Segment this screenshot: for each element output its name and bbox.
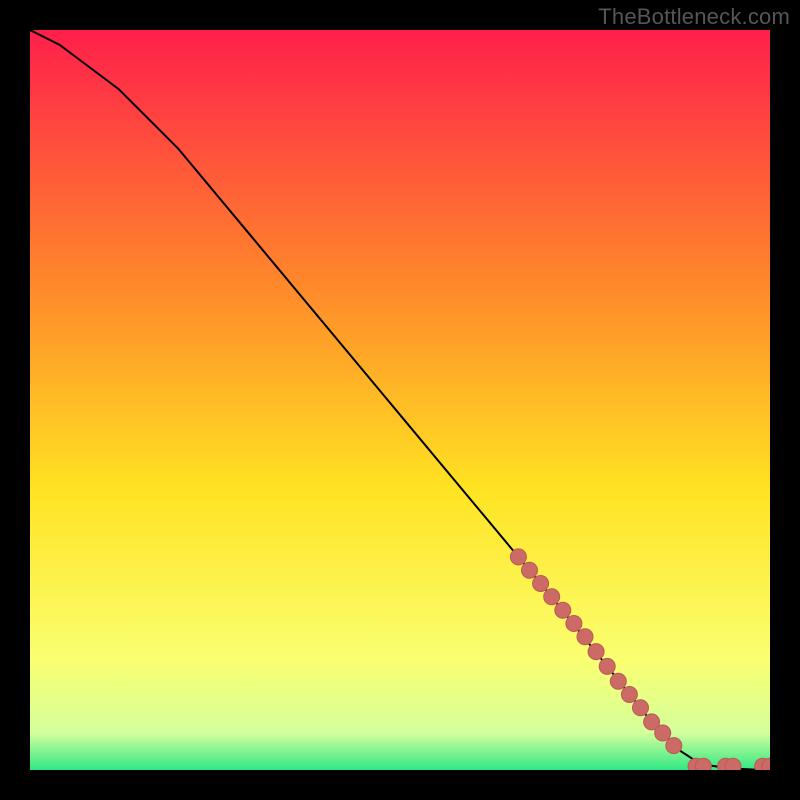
highlight-dot	[510, 549, 526, 565]
highlight-dot	[655, 725, 671, 741]
highlight-dot	[533, 576, 549, 592]
highlight-dot	[725, 758, 741, 770]
chart-svg	[30, 30, 770, 770]
highlight-dot	[555, 602, 571, 618]
highlight-dot	[610, 673, 626, 689]
watermark-text: TheBottleneck.com	[598, 4, 790, 30]
highlight-dot	[695, 758, 711, 770]
highlight-dot	[666, 738, 682, 754]
highlight-dot	[588, 644, 604, 660]
highlight-dot	[633, 700, 649, 716]
plot-area	[30, 30, 770, 770]
gradient-background	[30, 30, 770, 770]
highlight-dot	[544, 589, 560, 605]
highlight-dot	[621, 687, 637, 703]
chart-frame: TheBottleneck.com	[0, 0, 800, 800]
highlight-dot	[577, 629, 593, 645]
highlight-dot	[599, 658, 615, 674]
highlight-dot	[522, 562, 538, 578]
highlight-dot	[566, 616, 582, 632]
